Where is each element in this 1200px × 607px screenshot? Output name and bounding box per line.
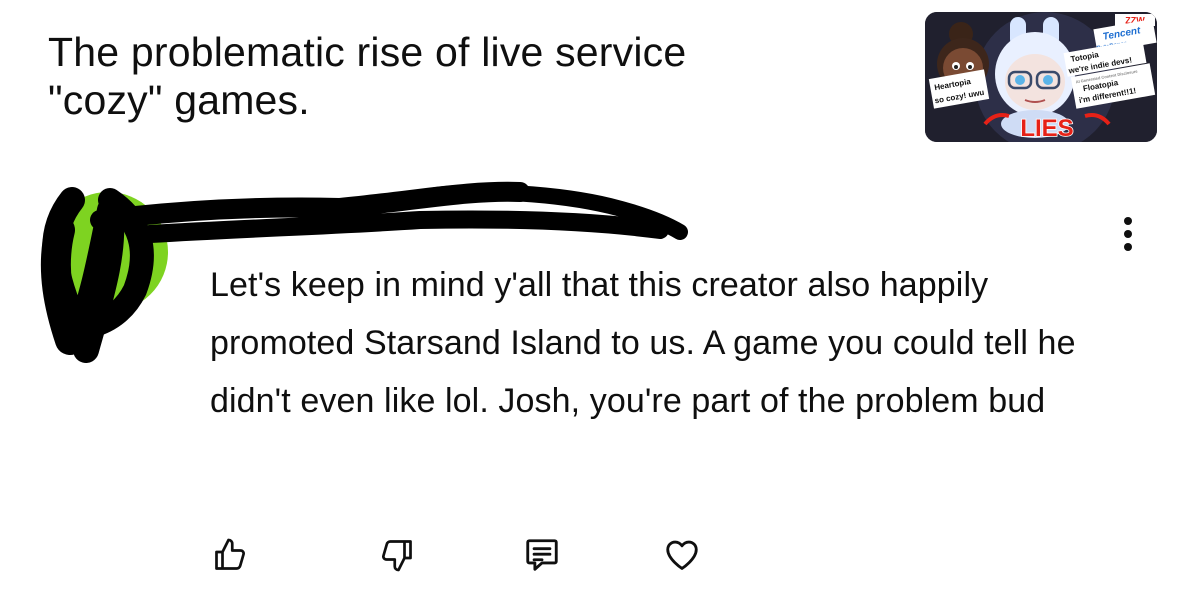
- thumbnail-artwork: ZZW Tencent ByteDance Totopia we're indi…: [925, 12, 1157, 142]
- avatar: [48, 192, 168, 312]
- video-thumbnail[interactable]: ZZW Tencent ByteDance Totopia we're indi…: [925, 12, 1157, 142]
- more-options-button[interactable]: [1108, 212, 1148, 256]
- thumbs-up-icon: [215, 538, 245, 570]
- like-button[interactable]: [200, 525, 260, 585]
- dislike-button[interactable]: [367, 525, 427, 585]
- comment-text: Let's keep in mind y'all that this creat…: [210, 266, 1076, 420]
- heart-button[interactable]: [652, 525, 712, 585]
- thumbnail-lies-label: LIES: [1020, 115, 1073, 142]
- more-vertical-icon: [1124, 217, 1132, 225]
- comment-actions: [0, 525, 1200, 585]
- heart-icon: [666, 540, 698, 570]
- reply-button[interactable]: [512, 525, 572, 585]
- comment-icon: [526, 539, 558, 571]
- thumbs-down-icon: [382, 540, 412, 572]
- video-title[interactable]: The problematic rise of live service "co…: [48, 28, 848, 124]
